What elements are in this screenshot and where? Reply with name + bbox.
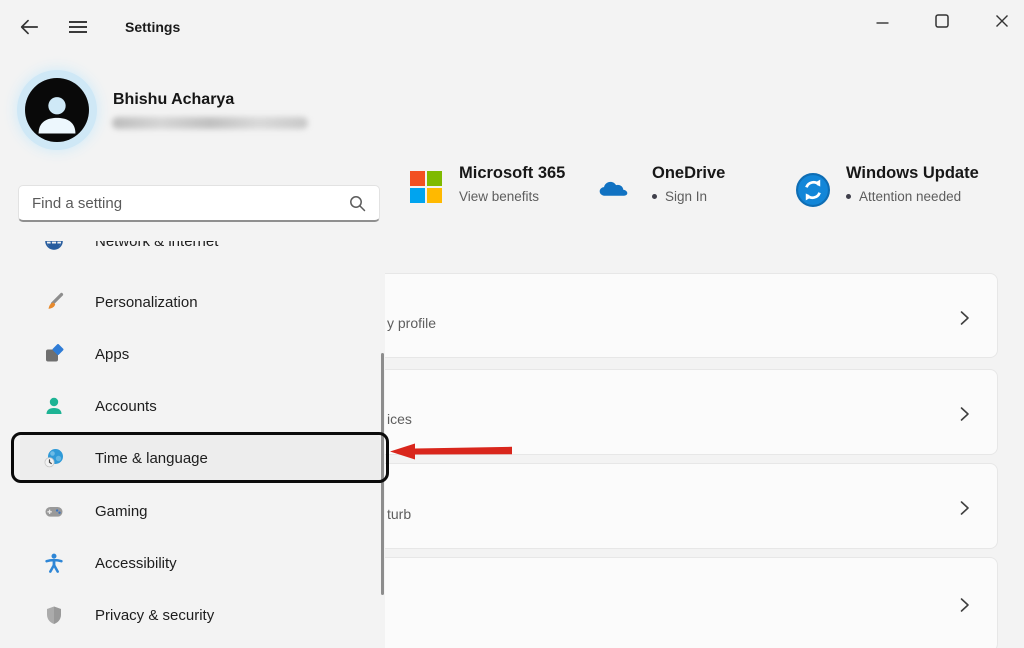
accessibility-person-icon [44, 553, 64, 573]
chevron-right-icon [957, 406, 971, 422]
status-windows-update[interactable]: Windows Update Attention needed [846, 164, 979, 204]
search-icon [349, 195, 366, 212]
back-button[interactable] [14, 13, 44, 41]
search-box [18, 185, 380, 222]
close-icon [995, 14, 1009, 28]
minimize-icon [876, 15, 889, 28]
back-arrow-icon [18, 16, 40, 38]
sidebar-item-label: Apps [95, 346, 129, 363]
status-onedrive[interactable]: OneDrive Sign In [652, 164, 725, 204]
status-subtitle: Attention needed [859, 189, 961, 204]
hamburger-icon [66, 16, 90, 38]
content-card-disturb[interactable]: turb [385, 463, 998, 549]
microsoft-logo-icon [410, 171, 442, 203]
status-subtitle: View benefits [459, 189, 539, 204]
network-globe-icon [44, 241, 64, 251]
sidebar-item-network[interactable]: Network & internet [20, 241, 380, 265]
person-icon [31, 88, 83, 140]
status-dot [652, 194, 657, 199]
status-dot [846, 194, 851, 199]
chevron-right-icon [957, 597, 971, 613]
windows-update-icon [796, 173, 830, 212]
sidebar-item-gaming[interactable]: Gaming [20, 487, 380, 535]
status-subtitle: Sign In [665, 189, 707, 204]
content-card-devices[interactable]: ices [385, 369, 998, 455]
avatar [17, 70, 97, 150]
maximize-icon [935, 14, 949, 28]
sidebar-item-label: Accessibility [95, 555, 177, 572]
status-title: Windows Update [846, 164, 979, 183]
nav-menu-button[interactable] [62, 13, 94, 41]
search-input[interactable] [19, 195, 349, 212]
minimize-button[interactable] [862, 8, 902, 34]
status-microsoft-365[interactable]: Microsoft 365 View benefits [459, 164, 565, 204]
apps-icon [44, 344, 64, 364]
onedrive-cloud-icon [597, 176, 630, 204]
settings-window: Settings Bhishu Acharya [0, 0, 1024, 648]
paintbrush-icon [44, 292, 64, 312]
card-text-fragment: y profile [387, 315, 436, 331]
content-card[interactable] [385, 557, 998, 648]
accounts-person-icon [44, 396, 64, 416]
card-text-fragment: ices [387, 411, 412, 427]
user-name: Bhishu Acharya [113, 91, 234, 109]
time-language-icon [44, 448, 64, 468]
shield-icon [44, 605, 64, 625]
sidebar-item-accessibility[interactable]: Accessibility [20, 539, 380, 587]
chevron-right-icon [957, 310, 971, 326]
sidebar-item-label: Personalization [95, 294, 198, 311]
sidebar-item-label: Gaming [95, 503, 148, 520]
status-title: Microsoft 365 [459, 164, 565, 183]
sidebar-item-personalization[interactable]: Personalization [20, 278, 380, 326]
sidebar-item-accounts[interactable]: Accounts [20, 382, 380, 430]
close-button[interactable] [982, 8, 1022, 34]
gamepad-icon [44, 501, 64, 521]
card-text-fragment: turb [387, 506, 411, 522]
status-title: OneDrive [652, 164, 725, 183]
page-title: Settings [125, 19, 180, 35]
sidebar-item-apps[interactable]: Apps [20, 330, 380, 378]
user-email-redacted [112, 117, 308, 129]
sidebar-item-network-clipped: Network & internet [20, 241, 380, 267]
sidebar-item-privacy-security[interactable]: Privacy & security [20, 591, 380, 639]
sidebar-item-label: Privacy & security [95, 607, 214, 624]
sidebar-item-label: Network & internet [95, 241, 218, 250]
content-card-profile[interactable]: y profile [385, 273, 998, 358]
sidebar-item-time-language[interactable]: Time & language [20, 434, 380, 482]
sidebar-item-label: Accounts [95, 398, 157, 415]
sidebar-item-label: Time & language [95, 450, 208, 467]
sidebar-scrollbar[interactable] [381, 353, 384, 595]
maximize-button[interactable] [922, 8, 962, 34]
chevron-right-icon [957, 500, 971, 516]
